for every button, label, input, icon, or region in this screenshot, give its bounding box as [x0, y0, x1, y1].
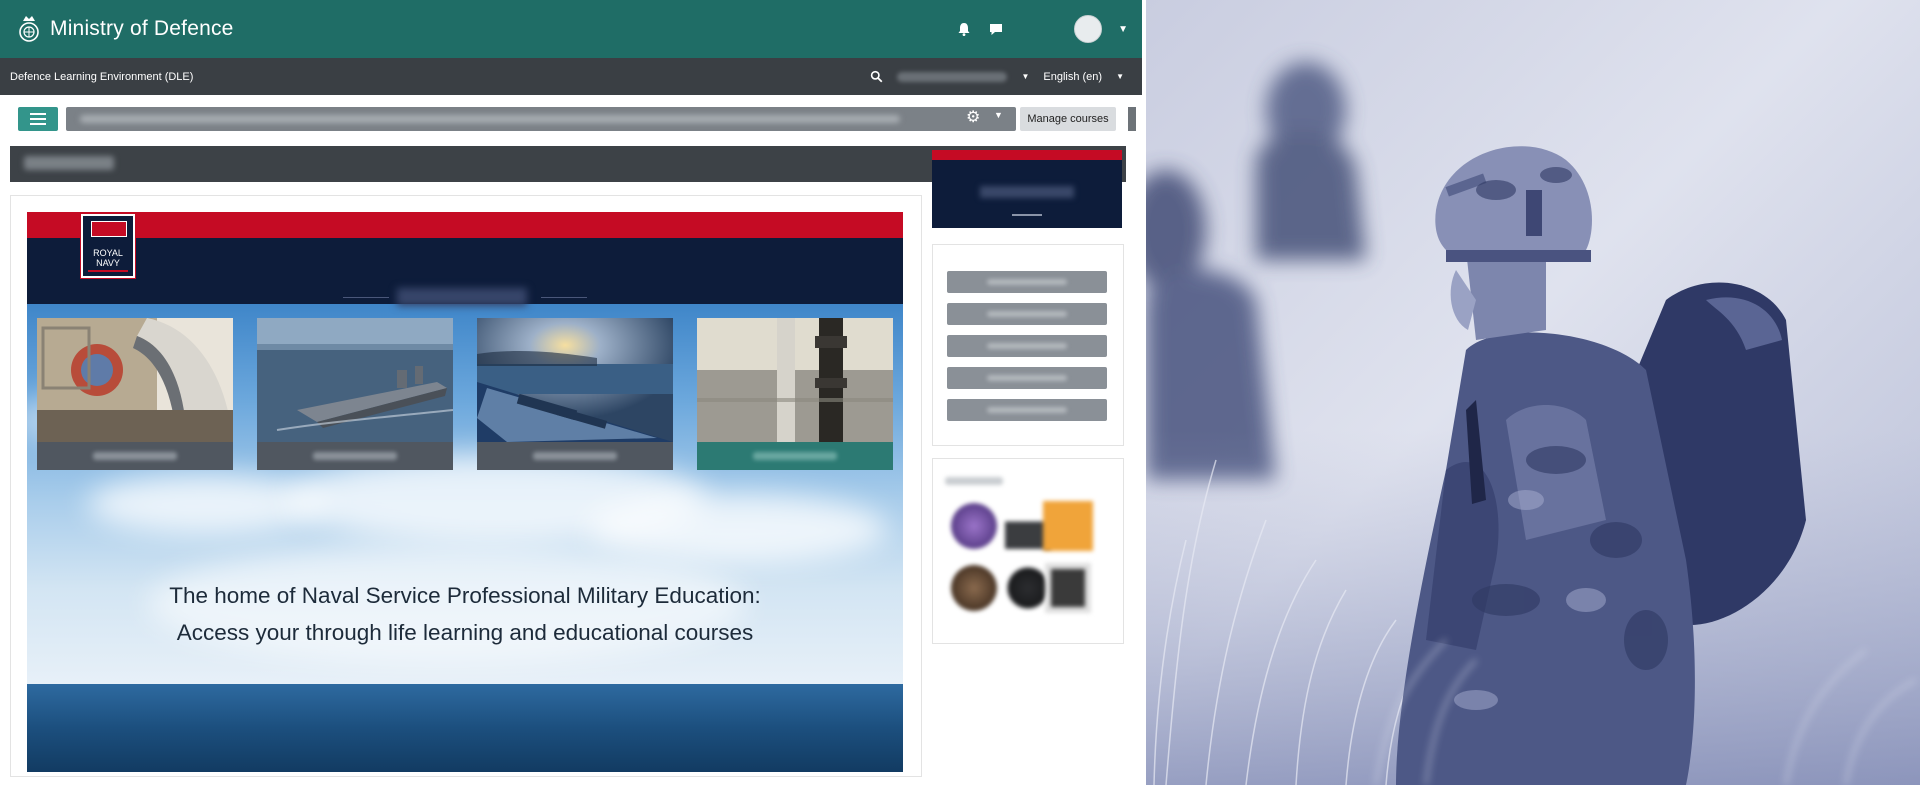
partner-logo[interactable] — [951, 503, 997, 549]
user-menu-caret[interactable]: ▼ — [1118, 24, 1128, 35]
tile-caption[interactable] — [257, 442, 453, 470]
tagline-line-2: Access your through life learning and ed… — [176, 620, 754, 645]
sea-background — [27, 684, 903, 772]
topbar-actions: ▼ — [956, 15, 1128, 43]
tile-caption[interactable] — [37, 442, 233, 470]
sidebar-link-button[interactable] — [947, 271, 1107, 293]
tagline-line-1: The home of Naval Service Professional M… — [169, 583, 761, 608]
soldier-photo — [1146, 0, 1920, 785]
partner-logo[interactable] — [1043, 501, 1093, 551]
hamburger-icon[interactable] — [18, 107, 58, 131]
course-tile[interactable] — [257, 318, 453, 470]
sidebar-link-button[interactable] — [947, 367, 1107, 389]
language-caret[interactable]: ▼ — [1116, 72, 1124, 81]
sidebar-link-button[interactable] — [947, 335, 1107, 357]
chat-icon[interactable] — [988, 21, 1004, 37]
sidebar-link-button[interactable] — [947, 303, 1107, 325]
course-tile[interactable] — [37, 318, 233, 470]
course-tile[interactable] — [697, 318, 893, 470]
user-name-redacted[interactable] — [897, 71, 1008, 82]
banner-title-redacted — [397, 288, 527, 306]
toolbar-edge — [1128, 107, 1136, 131]
banner-red-strip — [27, 212, 903, 238]
user-dropdown-caret[interactable]: ▼ — [1021, 72, 1029, 81]
tile-image-building — [37, 318, 233, 442]
tile-caption[interactable] — [477, 442, 673, 470]
secondary-navbar: Defence Learning Environment (DLE) ▼ Eng… — [0, 58, 1142, 95]
royal-navy-logo: ROYAL NAVY — [80, 213, 136, 279]
manage-courses-button[interactable]: Manage courses — [1020, 107, 1116, 131]
sidebar-logos-block — [932, 458, 1124, 644]
banner-navy-strip — [27, 238, 903, 306]
navbar-right: ▼ English (en) ▼ — [870, 70, 1124, 83]
tile-image-deck-sunset — [477, 318, 673, 442]
sidebar-links-block — [932, 244, 1124, 446]
search-icon[interactable] — [870, 70, 883, 83]
tile-image-carrier — [257, 318, 453, 442]
sidebar-title-block — [932, 150, 1122, 228]
user-avatar[interactable] — [1074, 15, 1103, 43]
tile-image-periscope — [697, 318, 893, 442]
settings-caret[interactable]: ▼ — [994, 110, 1003, 120]
brand-name: Ministry of Defence — [50, 17, 234, 40]
banner-tagline: The home of Naval Service Professional M… — [27, 577, 903, 651]
hero-banner: ROYAL NAVY The home of Naval Service Pro… — [27, 212, 903, 772]
logos-block-title-redacted — [945, 477, 1003, 485]
brand[interactable]: Ministry of Defence — [8, 13, 234, 45]
sidebar-link-button[interactable] — [947, 399, 1107, 421]
tile-caption[interactable] — [697, 442, 893, 470]
logo-text-navy: NAVY — [96, 258, 120, 268]
partner-logo[interactable] — [951, 565, 997, 611]
logo-text-royal: ROYAL — [93, 248, 123, 258]
mod-crest-icon — [19, 16, 39, 42]
gear-icon[interactable]: ⚙ — [966, 107, 980, 127]
language-selector[interactable]: English (en) — [1043, 71, 1102, 83]
moodle-screenshot-panel: Ministry of Defence ▼ Defence Learning E… — [0, 0, 1142, 785]
env-title[interactable]: Defence Learning Environment (DLE) — [10, 71, 193, 83]
bell-icon[interactable] — [956, 21, 972, 37]
partner-logo[interactable] — [1045, 563, 1091, 613]
breadcrumb[interactable] — [66, 107, 1016, 131]
breadcrumb-toolbar: ⚙ ▼ Manage courses — [0, 104, 1142, 134]
course-tile[interactable] — [477, 318, 673, 470]
top-navbar: Ministry of Defence ▼ — [0, 0, 1142, 58]
